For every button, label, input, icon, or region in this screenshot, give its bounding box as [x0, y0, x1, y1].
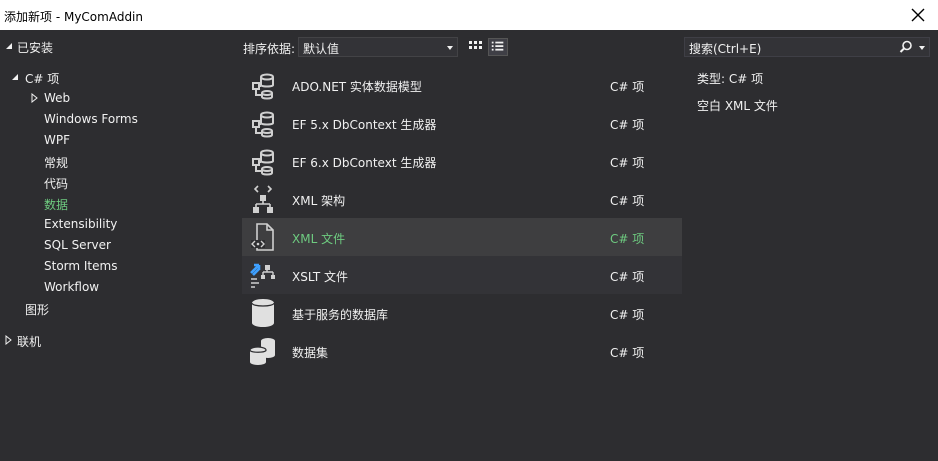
- entity-model-icon: [252, 111, 274, 138]
- sort-label: 排序依据:: [243, 42, 296, 56]
- search-icon[interactable]: [899, 40, 913, 54]
- template-name: 基于服务的数据库: [292, 308, 389, 322]
- template-item[interactable]: ADO.NET 实体数据模型 C# 项: [242, 66, 682, 104]
- tree-item-workflow[interactable]: Workflow: [44, 280, 99, 294]
- list-view-button[interactable]: [488, 38, 508, 56]
- sort-value: 默认值: [303, 42, 340, 56]
- list-view-icon: [491, 41, 504, 51]
- tree-item-label: C# 项: [25, 72, 60, 86]
- template-item[interactable]: 数据集 C# 项: [242, 332, 682, 370]
- template-language: C# 项: [610, 194, 645, 208]
- template-language: C# 项: [610, 156, 645, 170]
- tree-item-extensibility[interactable]: Extensibility: [44, 217, 117, 231]
- tree-item-data[interactable]: 数据: [44, 196, 68, 213]
- template-language: C# 项: [610, 232, 645, 246]
- close-icon[interactable]: [908, 5, 928, 25]
- tree-item-graphics[interactable]: 图形: [25, 301, 49, 318]
- template-name: XML 架构: [292, 194, 346, 208]
- tree-item-windows-forms[interactable]: Windows Forms: [44, 112, 138, 126]
- template-name: EF 6.x DbContext 生成器: [292, 156, 437, 170]
- template-name: 数据集: [292, 346, 329, 360]
- template-list: ADO.NET 实体数据模型 C# 项 EF 5.x DbContext 生成器…: [242, 66, 682, 461]
- tree-item-label: Web: [44, 91, 71, 105]
- tree-item-general[interactable]: 常规: [44, 154, 68, 171]
- template-language: C# 项: [610, 346, 645, 360]
- tree-item-storm-items[interactable]: Storm Items: [44, 259, 117, 273]
- template-language: C# 项: [610, 80, 645, 94]
- entity-model-icon: [252, 149, 274, 176]
- xslt-file-icon: [250, 263, 275, 288]
- expand-arrow-icon: [31, 93, 38, 103]
- template-name: XML 文件: [292, 232, 346, 246]
- template-name: ADO.NET 实体数据模型: [292, 80, 422, 94]
- title-bar: 添加新项 - MyComAddin: [0, 0, 938, 30]
- template-item[interactable]: EF 6.x DbContext 生成器 C# 项: [242, 142, 682, 180]
- template-item[interactable]: 基于服务的数据库 C# 项: [242, 294, 682, 332]
- template-item[interactable]: EF 5.x DbContext 生成器 C# 项: [242, 104, 682, 142]
- tree-item-wpf[interactable]: WPF: [44, 133, 70, 147]
- database-icon: [251, 299, 275, 327]
- template-name: EF 5.x DbContext 生成器: [292, 118, 437, 132]
- grid-view-button[interactable]: [465, 38, 485, 56]
- grid-view-icon: [469, 41, 482, 49]
- category-tree: 已安装 C# 项 Web Windows Forms WPF 常规 代码 数据 …: [0, 30, 235, 461]
- sort-dropdown[interactable]: 默认值: [298, 37, 458, 57]
- chevron-down-icon: [447, 46, 453, 50]
- expand-arrow-icon: [5, 335, 12, 345]
- collapse-arrow-icon: [12, 74, 18, 80]
- template-language: C# 项: [610, 308, 645, 322]
- template-item[interactable]: XML 文件 C# 项: [242, 218, 682, 256]
- dialog-body: 已安装 C# 项 Web Windows Forms WPF 常规 代码 数据 …: [0, 30, 938, 461]
- template-name: XSLT 文件: [292, 270, 349, 284]
- xml-schema-icon: [253, 185, 273, 213]
- xml-file-icon: [251, 223, 274, 251]
- tree-item-sql-server[interactable]: SQL Server: [44, 238, 111, 252]
- search-input[interactable]: 搜索(Ctrl+E): [684, 37, 930, 57]
- template-item[interactable]: XSLT 文件 C# 项: [242, 256, 682, 294]
- dataset-icon: [249, 338, 275, 365]
- collapse-arrow-icon: [6, 43, 12, 49]
- tree-item-code[interactable]: 代码: [44, 175, 68, 192]
- details-type: 类型: C# 项: [697, 72, 764, 86]
- template-item[interactable]: XML 架构 C# 项: [242, 180, 682, 218]
- details-description: 空白 XML 文件: [697, 99, 778, 113]
- entity-model-icon: [252, 73, 274, 100]
- tree-item-label: 联机: [17, 335, 42, 349]
- chevron-down-icon[interactable]: [919, 46, 925, 50]
- window-title: 添加新项 - MyComAddin: [4, 10, 143, 24]
- template-language: C# 项: [610, 118, 645, 132]
- details-pane: 类型: C# 项 空白 XML 文件: [697, 70, 927, 124]
- tree-item-label: 已安装: [17, 41, 54, 55]
- search-placeholder: 搜索(Ctrl+E): [689, 42, 762, 56]
- template-language: C# 项: [610, 270, 645, 284]
